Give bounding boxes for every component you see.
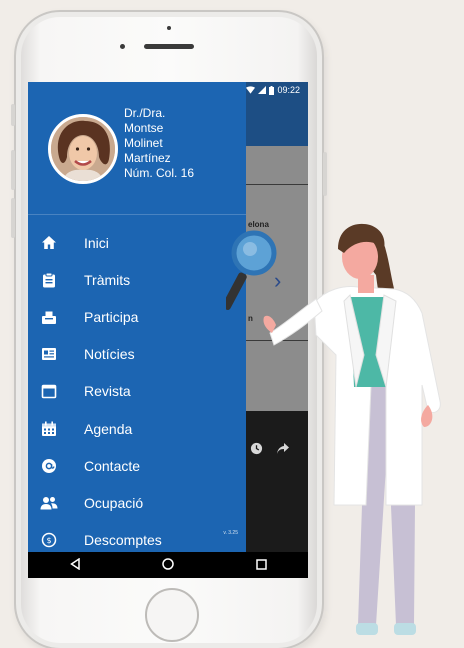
battery-icon <box>269 85 275 95</box>
menu-item-noticies[interactable]: Notícies <box>28 336 246 373</box>
mute-switch <box>11 104 15 126</box>
status-icons: 09:22 <box>246 85 300 95</box>
profile-member-number: Núm. Col. 16 <box>124 166 195 180</box>
clipboard-icon <box>40 271 58 289</box>
profile-surname-1: Molinet <box>124 136 163 150</box>
svg-text:$: $ <box>46 536 51 545</box>
menu-item-label: Participa <box>84 308 139 325</box>
magazine-icon <box>40 382 58 400</box>
back-icon[interactable] <box>60 557 90 573</box>
menu-item-tramits[interactable]: Tràmits <box>28 261 246 298</box>
home-button[interactable] <box>145 588 199 642</box>
menu-item-label: Inici <box>84 234 109 251</box>
menu-item-ocupacio[interactable]: Ocupació <box>28 484 246 521</box>
status-time: 09:22 <box>277 85 300 95</box>
menu-item-label: Descomptes <box>84 532 162 549</box>
at-sign-icon <box>40 457 58 475</box>
menu-item-participa[interactable]: Participa <box>28 298 246 335</box>
newspaper-icon <box>40 345 58 363</box>
drawer-menu: Inici Tràmits Participa Notícies Revista… <box>28 224 246 559</box>
avatar <box>48 114 118 184</box>
discount-icon: $ <box>40 531 58 549</box>
menu-item-contacte[interactable]: Contacte <box>28 447 246 484</box>
menu-item-label: Contacte <box>84 457 141 474</box>
volume-up-button <box>11 150 15 190</box>
sensor-dot <box>120 44 125 49</box>
home-circle-icon[interactable] <box>153 557 183 573</box>
menu-item-label: Agenda <box>84 420 133 437</box>
menu-item-label: Notícies <box>84 346 135 363</box>
earpiece-speaker <box>144 44 194 49</box>
home-icon <box>40 234 58 252</box>
menu-item-revista[interactable]: Revista <box>28 373 246 410</box>
profile-first-name: Montse <box>124 121 164 135</box>
wifi-icon <box>246 86 256 94</box>
menu-item-label: Ocupació <box>84 494 144 511</box>
menu-item-label: Tràmits <box>84 271 131 288</box>
menu-item-label: Revista <box>84 383 131 400</box>
status-bar: 09:22 <box>28 82 308 100</box>
signal-icon <box>258 86 267 94</box>
divider <box>28 214 246 215</box>
background-divider <box>246 184 308 185</box>
menu-item-agenda[interactable]: Agenda <box>28 410 246 447</box>
navigation-drawer: Dr./Dra. Montse Molinet Martínez Núm. Co… <box>28 82 246 552</box>
power-button <box>323 152 327 196</box>
menu-item-inici[interactable]: Inici <box>28 224 246 261</box>
profile-title: Dr./Dra. <box>124 106 166 120</box>
profile-surname-2: Martínez <box>124 151 171 165</box>
volume-down-button <box>11 198 15 238</box>
front-camera <box>167 26 171 30</box>
ballot-box-icon <box>40 308 58 326</box>
profile-name-block: Dr./Dra. Montse Molinet Martínez Núm. Co… <box>124 106 194 181</box>
profile-header[interactable]: Dr./Dra. Montse Molinet Martínez Núm. Co… <box>28 100 246 216</box>
calendar-icon <box>40 420 58 438</box>
people-icon <box>40 494 58 512</box>
doctor-illustration <box>226 223 441 635</box>
